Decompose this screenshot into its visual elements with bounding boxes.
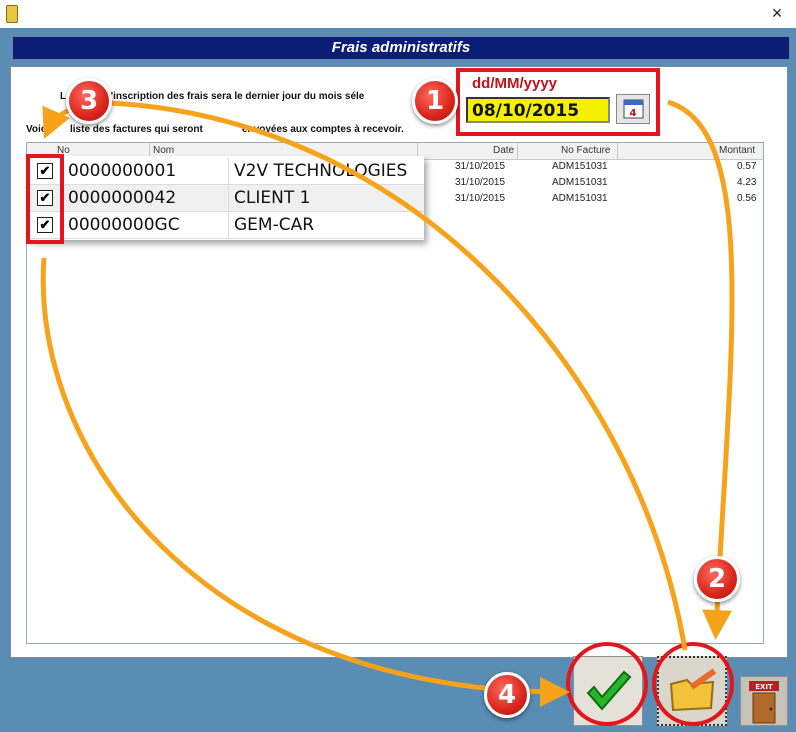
exit-button[interactable]: EXIT (740, 676, 788, 726)
cell-montant: 0.57 (737, 161, 757, 172)
row-divider (228, 158, 229, 184)
row-no: 0000000042 (68, 188, 177, 208)
svg-text:4: 4 (630, 108, 637, 119)
step-badge-1: 1 (412, 78, 458, 124)
column-divider (517, 143, 518, 159)
column-header-facture[interactable]: No Facture (561, 145, 610, 156)
row-divider (228, 185, 229, 211)
step-badge-3: 3 (66, 78, 112, 124)
exit-door-icon: EXIT (749, 681, 779, 724)
cell-date: 31/10/2015 (455, 177, 506, 188)
checkbox-highlight (26, 154, 64, 244)
cell-date: 31/10/2015 (455, 161, 506, 172)
confirm-highlight-ring (566, 642, 648, 726)
column-header-nom[interactable]: Nom (153, 145, 174, 156)
cell-facture: ADM151031 (552, 177, 608, 188)
list-item[interactable]: ✔ 00000000GC GEM-CAR (28, 212, 424, 239)
info-line-2a: Voic (26, 124, 47, 135)
date-format-label: dd/MM/yyyy (472, 75, 558, 92)
list-item[interactable]: ✔ 0000000042 CLIENT 1 (28, 185, 424, 212)
cell-montant: 4.23 (737, 177, 757, 188)
close-button[interactable]: × (766, 2, 788, 24)
calendar-icon: 4 (623, 99, 644, 119)
info-line-1b: l'inscription des frais sera le dernier … (108, 91, 365, 102)
dialog-title: Frais administratifs (12, 36, 790, 60)
cell-date: 31/10/2015 (455, 193, 506, 204)
list-item[interactable]: ✔ 0000000001 V2V TECHNOLOGIES (28, 158, 424, 185)
cell-montant: 0.56 (737, 193, 757, 204)
window-titlebar: × (0, 0, 796, 28)
traffic-light-icon (6, 5, 18, 23)
row-nom: CLIENT 1 (234, 188, 311, 208)
row-nom: GEM-CAR (234, 215, 315, 235)
calendar-button[interactable]: 4 (616, 94, 650, 124)
step-badge-2: 2 (694, 556, 740, 602)
column-header-montant[interactable]: Montant (719, 145, 755, 156)
zoomed-rows-callout: ✔ 0000000001 V2V TECHNOLOGIES ✔ 00000000… (28, 156, 424, 240)
step-badge-4: 4 (484, 672, 530, 718)
edit-highlight-ring (652, 642, 734, 726)
exit-label: EXIT (755, 683, 773, 691)
row-no: 00000000GC (68, 215, 180, 235)
cell-facture: ADM151031 (552, 193, 608, 204)
row-nom: V2V TECHNOLOGIES (234, 161, 408, 181)
column-divider (617, 143, 618, 159)
row-no: 0000000001 (68, 161, 177, 181)
info-line-2c: envoyées aux comptes à recevoir. (242, 124, 404, 135)
column-header-date[interactable]: Date (493, 145, 514, 156)
info-line-2b: liste des factures qui seront (70, 124, 203, 135)
row-divider (228, 212, 229, 238)
date-input[interactable]: 08/10/2015 (466, 97, 610, 123)
cell-facture: ADM151031 (552, 161, 608, 172)
